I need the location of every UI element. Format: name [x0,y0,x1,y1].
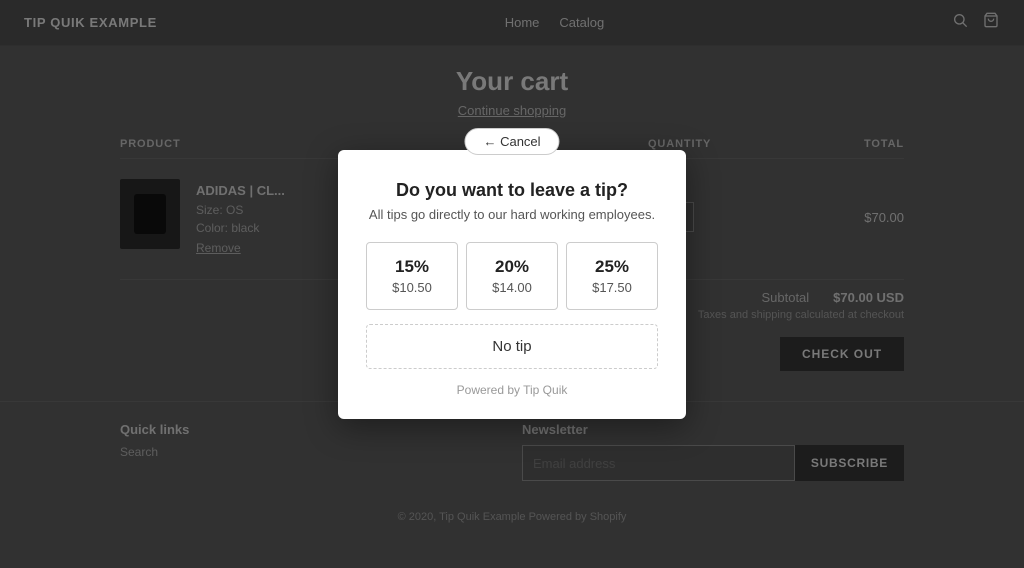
tip-percent-15: 15% [375,257,449,277]
page-background: TIP QUIK EXAMPLE Home Catalog Your cart … [0,0,1024,568]
tip-option-15[interactable]: 15% $10.50 [366,242,458,310]
modal-title: Do you want to leave a tip? [366,180,658,201]
cancel-button[interactable]: ← Cancel [464,128,559,155]
modal-subtitle: All tips go directly to our hard working… [366,207,658,222]
tip-amount-25: $17.50 [575,280,649,295]
powered-by: Powered by Tip Quik [366,383,658,397]
tip-amount-15: $10.50 [375,280,449,295]
tip-option-20[interactable]: 20% $14.00 [466,242,558,310]
tip-modal: ← Cancel Do you want to leave a tip? All… [338,150,686,419]
tip-amount-20: $14.00 [475,280,549,295]
tip-option-25[interactable]: 25% $17.50 [566,242,658,310]
modal-overlay[interactable]: ← Cancel Do you want to leave a tip? All… [0,0,1024,568]
tip-percent-25: 25% [575,257,649,277]
no-tip-button[interactable]: No tip [366,324,658,369]
tip-percent-20: 20% [475,257,549,277]
tip-options: 15% $10.50 20% $14.00 25% $17.50 [366,242,658,310]
